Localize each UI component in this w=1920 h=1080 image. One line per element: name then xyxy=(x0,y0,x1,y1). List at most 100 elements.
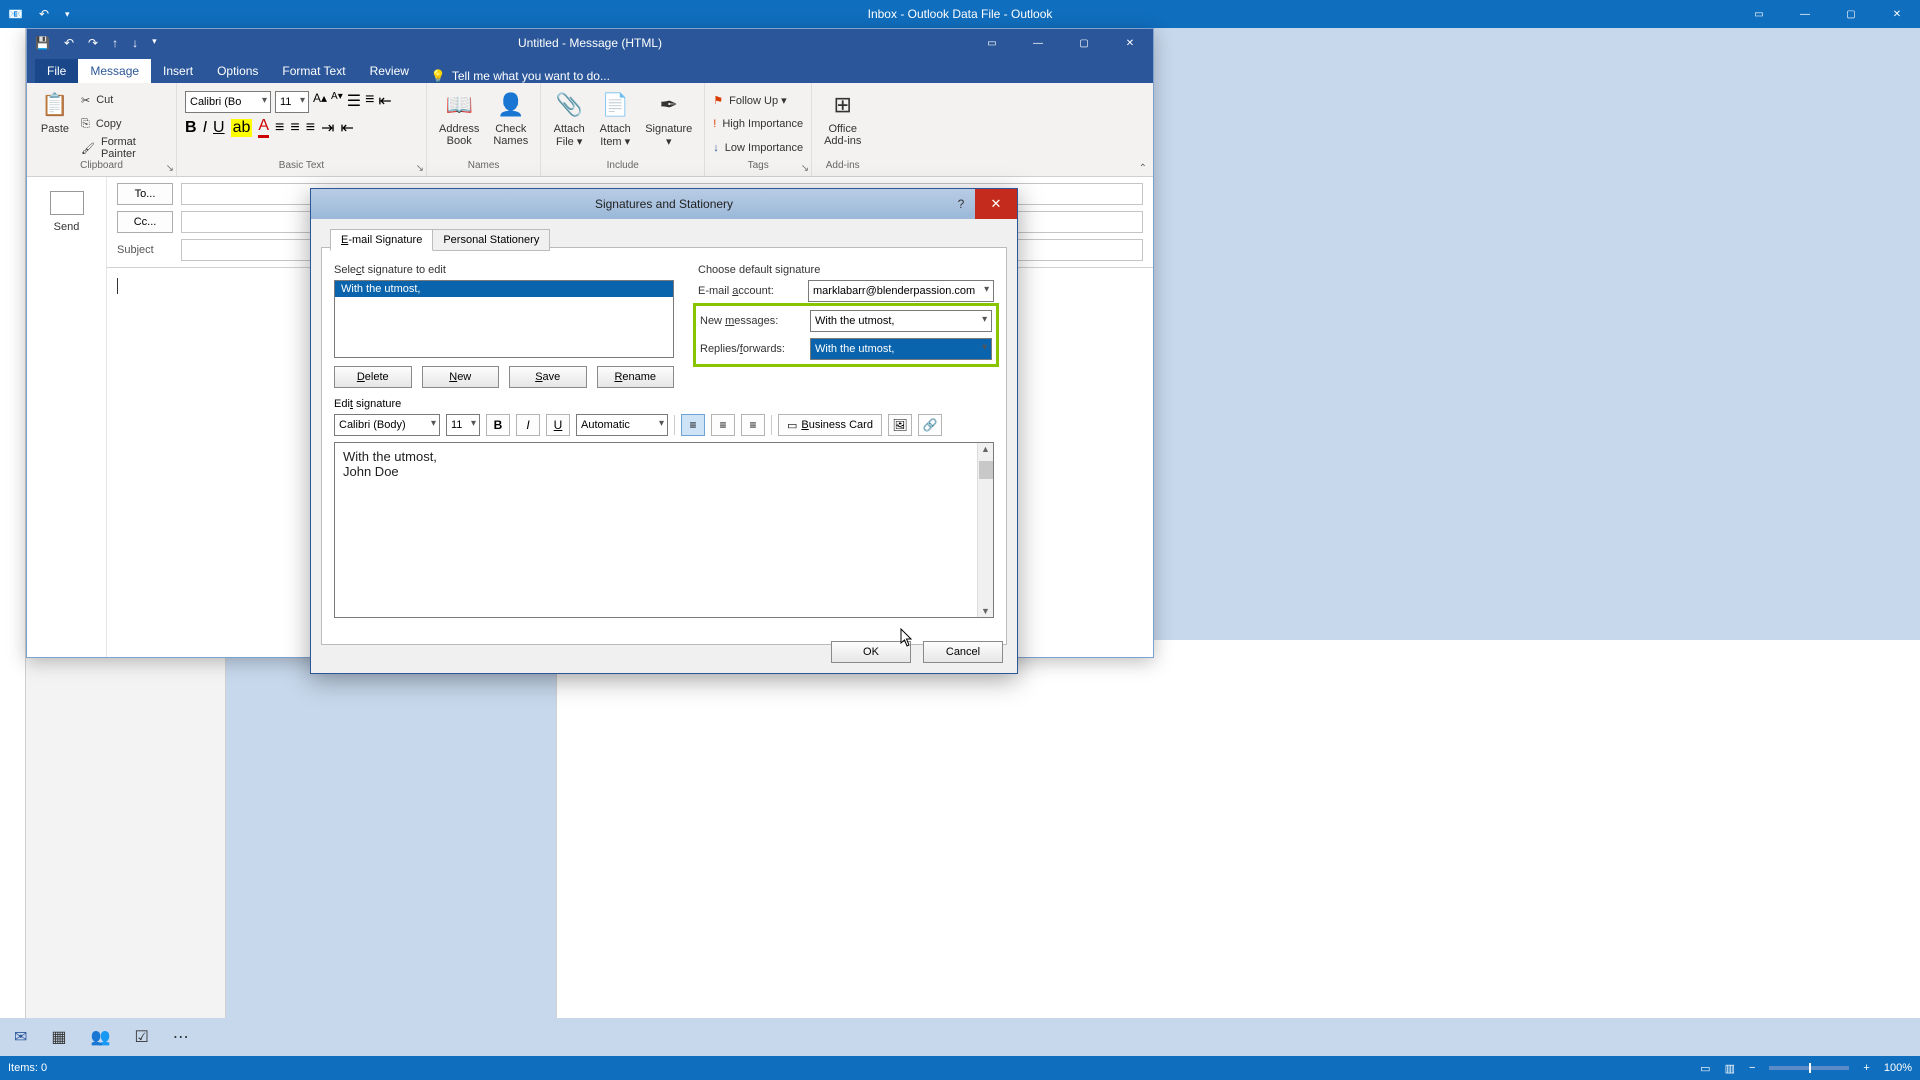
rename-button[interactable]: Rename xyxy=(597,366,675,388)
list-item[interactable]: With the utmost, xyxy=(335,281,673,297)
check-names-button[interactable]: 👤Check Names xyxy=(489,87,532,149)
more-icon[interactable]: ⋯ xyxy=(173,1027,189,1047)
tell-me[interactable]: 💡 Tell me what you want to do... xyxy=(421,69,610,83)
insert-hyperlink-button[interactable]: 🔗 xyxy=(918,414,942,436)
view-reading-icon[interactable]: ▥ xyxy=(1725,1062,1735,1075)
view-normal-icon[interactable]: ▭ xyxy=(1700,1062,1710,1075)
signature-editor[interactable]: With the utmost, John Doe xyxy=(334,442,994,618)
collapse-ribbon-icon[interactable]: ⌃ xyxy=(1139,163,1147,174)
redo-icon[interactable]: ↷ xyxy=(88,36,98,50)
decrease-indent-icon[interactable]: ⇤ xyxy=(340,118,353,138)
undo-icon[interactable]: ↶ xyxy=(39,7,49,21)
new-messages-select[interactable]: With the utmost, xyxy=(810,310,992,332)
attach-item-button[interactable]: 📄Attach Item ▾ xyxy=(595,87,635,150)
tasks-icon[interactable]: ☑ xyxy=(134,1027,148,1047)
scrollbar[interactable] xyxy=(977,443,993,617)
people-icon[interactable]: 👥 xyxy=(91,1027,111,1047)
low-importance-button[interactable]: ↓Low Importance xyxy=(713,137,803,159)
tab-format-text[interactable]: Format Text xyxy=(270,59,357,83)
grow-font-icon[interactable]: A▴ xyxy=(313,91,327,113)
close-icon[interactable]: ✕ xyxy=(1874,0,1920,28)
zoom-level[interactable]: 100% xyxy=(1884,1062,1912,1074)
next-icon[interactable]: ↓ xyxy=(132,36,138,50)
ok-button[interactable]: OK xyxy=(831,641,911,663)
ribbon-display-icon[interactable]: ▭ xyxy=(1736,0,1782,28)
tab-insert[interactable]: Insert xyxy=(151,59,205,83)
replies-forwards-select[interactable]: With the utmost, xyxy=(810,338,992,360)
email-account-select[interactable]: marklabarr@blenderpassion.com xyxy=(808,280,994,302)
outdent-icon[interactable]: ⇤ xyxy=(378,91,391,113)
align-left-button[interactable]: ≡ xyxy=(681,414,705,436)
italic-button[interactable]: I xyxy=(516,414,540,436)
font-color-icon[interactable]: A xyxy=(258,117,269,138)
cancel-button[interactable]: Cancel xyxy=(923,641,1003,663)
tab-message[interactable]: Message xyxy=(78,59,151,83)
highlight-icon[interactable]: ab xyxy=(231,119,253,137)
qat-dropdown-icon[interactable]: ▾ xyxy=(65,9,70,20)
help-icon[interactable]: ? xyxy=(947,189,975,219)
to-button[interactable]: To... xyxy=(117,183,173,205)
paste-button[interactable]: 📋 Paste xyxy=(35,87,75,137)
bold-button[interactable]: B xyxy=(486,414,510,436)
ribbon-display-icon[interactable]: ▭ xyxy=(969,29,1015,57)
tab-email-signature[interactable]: E-mail Signature xyxy=(330,229,433,251)
address-book-button[interactable]: 📖Address Book xyxy=(435,87,483,149)
italic-button[interactable]: I xyxy=(203,119,207,137)
cut-button[interactable]: ✂Cut xyxy=(81,89,168,111)
scroll-thumb[interactable] xyxy=(979,461,993,479)
attach-file-button[interactable]: 📎Attach File ▾ xyxy=(549,87,589,150)
edit-size-select[interactable]: 11 xyxy=(446,414,480,436)
font-color-select[interactable]: Automatic xyxy=(576,414,668,436)
calendar-icon[interactable]: ▦ xyxy=(51,1027,66,1047)
qat-dropdown-icon[interactable]: ▾ xyxy=(152,36,157,50)
save-button[interactable]: Save xyxy=(509,366,587,388)
indent-icon[interactable]: ⇥ xyxy=(321,118,334,138)
minimize-icon[interactable]: — xyxy=(1015,29,1061,57)
zoom-out-icon[interactable]: − xyxy=(1749,1062,1755,1074)
underline-button[interactable]: U xyxy=(546,414,570,436)
insert-picture-button[interactable]: 🖼 xyxy=(888,414,912,436)
send-button[interactable]: Send xyxy=(54,221,80,233)
align-center-icon[interactable]: ≡ xyxy=(290,119,299,137)
dialog-launcher-icon[interactable]: ↘ xyxy=(801,163,809,174)
bullets-icon[interactable]: ☰ xyxy=(347,91,361,113)
align-right-button[interactable]: ≡ xyxy=(741,414,765,436)
high-importance-button[interactable]: !High Importance xyxy=(713,113,803,135)
align-right-icon[interactable]: ≡ xyxy=(306,119,315,137)
tab-file[interactable]: File xyxy=(35,59,78,83)
align-left-icon[interactable]: ≡ xyxy=(275,119,284,137)
maximize-icon[interactable]: ▢ xyxy=(1828,0,1874,28)
delete-button[interactable]: Delete xyxy=(334,366,412,388)
align-center-button[interactable]: ≡ xyxy=(711,414,735,436)
zoom-in-icon[interactable]: + xyxy=(1863,1062,1869,1074)
dialog-launcher-icon[interactable]: ↘ xyxy=(166,163,174,174)
mail-icon[interactable]: ✉ xyxy=(14,1027,27,1047)
dialog-titlebar[interactable]: Signatures and Stationery ? ✕ xyxy=(311,189,1017,219)
close-icon[interactable]: ✕ xyxy=(1107,29,1153,57)
follow-up-button[interactable]: ⚑Follow Up ▾ xyxy=(713,89,786,111)
copy-button[interactable]: ⎘Copy xyxy=(81,113,168,135)
business-card-button[interactable]: ▭Business Card xyxy=(778,414,882,436)
font-select[interactable]: Calibri (Bo xyxy=(185,91,271,113)
tab-review[interactable]: Review xyxy=(358,59,421,83)
underline-button[interactable]: U xyxy=(213,119,225,137)
format-painter-button[interactable]: 🖌Format Painter xyxy=(81,137,168,159)
numbering-icon[interactable]: ≡ xyxy=(365,91,374,113)
minimize-icon[interactable]: — xyxy=(1782,0,1828,28)
save-icon[interactable]: 💾 xyxy=(35,36,50,50)
undo-icon[interactable]: ↶ xyxy=(64,36,74,50)
signature-list[interactable]: With the utmost, xyxy=(334,280,674,358)
cc-button[interactable]: Cc... xyxy=(117,211,173,233)
bold-button[interactable]: B xyxy=(185,119,197,137)
folder-pane-collapsed[interactable] xyxy=(0,28,26,1018)
dialog-launcher-icon[interactable]: ↘ xyxy=(416,163,424,174)
font-size-select[interactable]: 11 xyxy=(275,91,309,113)
new-button[interactable]: New xyxy=(422,366,500,388)
signature-button[interactable]: ✒Signature ▾ xyxy=(641,87,696,150)
shrink-font-icon[interactable]: A▾ xyxy=(331,91,343,113)
close-icon[interactable]: ✕ xyxy=(975,189,1017,219)
prev-icon[interactable]: ↑ xyxy=(112,36,118,50)
tab-options[interactable]: Options xyxy=(205,59,270,83)
tab-personal-stationery[interactable]: Personal Stationery xyxy=(432,229,550,251)
edit-font-select[interactable]: Calibri (Body) xyxy=(334,414,440,436)
